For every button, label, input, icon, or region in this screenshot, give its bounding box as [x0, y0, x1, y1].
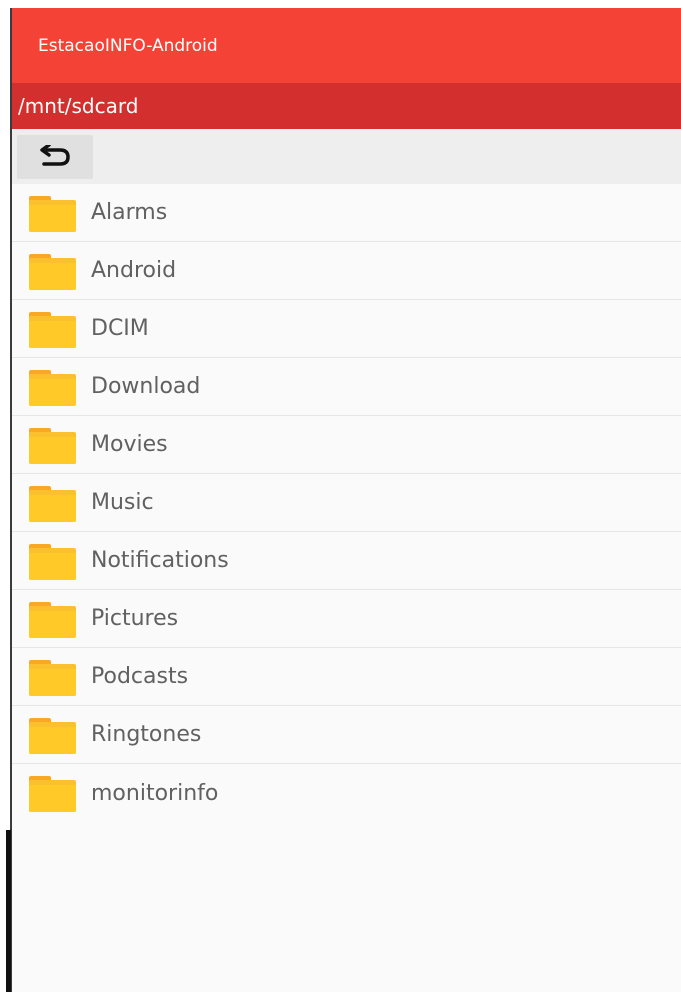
toolbar — [12, 129, 681, 184]
folder-name: Music — [91, 490, 154, 515]
undo-arrow-icon — [40, 145, 70, 166]
folder-item[interactable]: Pictures — [12, 590, 681, 648]
folder-item[interactable]: Notifications — [12, 532, 681, 590]
folder-name: Ringtones — [91, 722, 202, 747]
folder-icon — [29, 660, 76, 696]
folder-list: Alarms Android DCIM Download Movies Musi… — [12, 184, 681, 822]
folder-item[interactable]: Podcasts — [12, 648, 681, 706]
folder-item[interactable]: Download — [12, 358, 681, 416]
folder-item[interactable]: Movies — [12, 416, 681, 474]
folder-icon — [29, 602, 76, 638]
back-button[interactable] — [17, 135, 93, 179]
action-bar: EstacaoINFO-Android — [12, 8, 681, 83]
folder-item[interactable]: Music — [12, 474, 681, 532]
device-edge-shadow — [6, 830, 11, 992]
folder-icon — [29, 776, 76, 812]
folder-icon — [29, 254, 76, 290]
folder-name: Pictures — [91, 606, 179, 631]
folder-name: Podcasts — [91, 664, 189, 689]
app-title: EstacaoINFO-Android — [38, 35, 218, 56]
folder-item[interactable]: DCIM — [12, 300, 681, 358]
folder-item[interactable]: Alarms — [12, 184, 681, 242]
folder-name: Movies — [91, 432, 168, 457]
folder-icon — [29, 312, 76, 348]
app-screen: EstacaoINFO-Android /mnt/sdcard Alarms A… — [12, 8, 681, 992]
folder-icon — [29, 370, 76, 406]
folder-icon — [29, 486, 76, 522]
folder-name: monitorinfo — [91, 780, 219, 806]
folder-item[interactable]: Ringtones — [12, 706, 681, 764]
folder-name: Download — [91, 374, 201, 399]
folder-icon — [29, 196, 76, 232]
folder-name: Alarms — [91, 200, 168, 225]
path-bar: /mnt/sdcard — [12, 83, 681, 129]
folder-item[interactable]: monitorinfo — [12, 764, 681, 822]
current-path: /mnt/sdcard — [18, 94, 139, 118]
folder-name: Notifications — [91, 548, 229, 573]
device-edge — [0, 0, 12, 992]
folder-item[interactable]: Android — [12, 242, 681, 300]
folder-name: DCIM — [91, 316, 149, 341]
folder-icon — [29, 718, 76, 754]
folder-name: Android — [91, 258, 177, 283]
folder-icon — [29, 428, 76, 464]
top-strip — [0, 0, 681, 8]
folder-icon — [29, 544, 76, 580]
